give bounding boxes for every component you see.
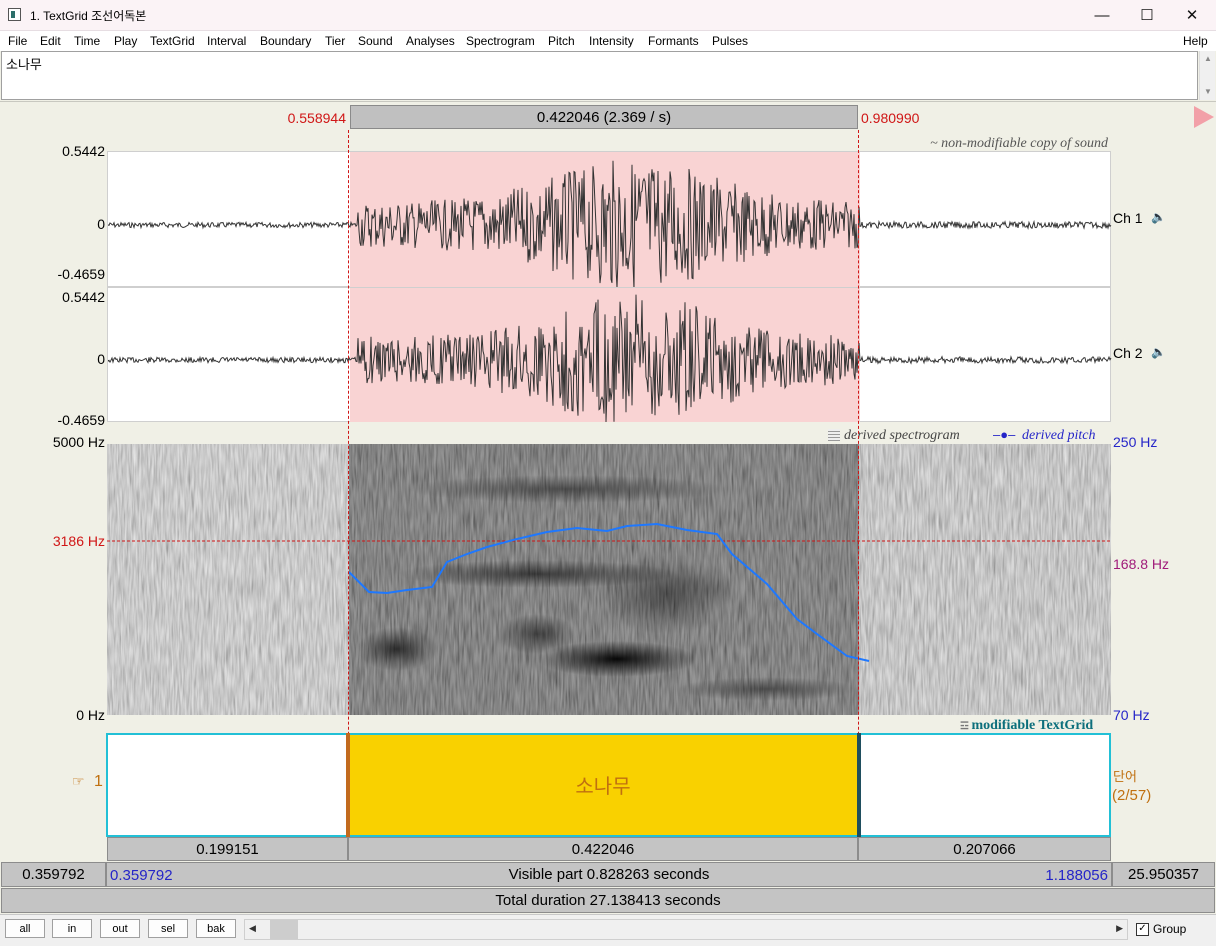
textgrid-note: modifiable TextGrid xyxy=(971,718,1094,733)
menu-help[interactable]: Help xyxy=(1183,34,1208,48)
freq-cursor: 3186 Hz xyxy=(52,533,105,549)
visible-start: 0.359792 xyxy=(110,867,173,884)
menu-boundary[interactable]: Boundary xyxy=(260,34,311,48)
scroll-left-icon[interactable]: ◀ xyxy=(249,923,256,934)
scroll-up-icon[interactable]: ▲ xyxy=(1204,54,1212,63)
menu-intensity[interactable]: Intensity xyxy=(589,34,634,48)
menu-edit[interactable]: Edit xyxy=(40,34,61,48)
menu-analyses[interactable]: Analyses xyxy=(406,34,455,48)
interval-label: 소나무 xyxy=(575,776,631,798)
left-hidden-duration[interactable]: 0.359792 xyxy=(1,862,106,887)
selection-start: 0.558944 xyxy=(287,110,346,126)
ch2-min: -0.4659 xyxy=(57,412,105,428)
freq-bottom: 0 Hz xyxy=(76,707,105,723)
zoom-in-button[interactable]: in xyxy=(52,919,92,938)
play-triangle-icon[interactable] xyxy=(1194,106,1214,128)
pitch-top: 250 Hz xyxy=(1113,434,1158,450)
tier-number[interactable]: 1 xyxy=(94,773,103,791)
duration-after[interactable]: 0.207066 xyxy=(858,837,1111,861)
interval-boundary-right[interactable] xyxy=(857,733,861,837)
waveform-ch2-plot xyxy=(108,294,1112,423)
ch1-min: -0.4659 xyxy=(57,266,105,282)
speaker-icon[interactable]: 🔈 xyxy=(1151,345,1166,359)
pitch-legend-icon: –●– xyxy=(993,427,1016,442)
zoom-back-button[interactable]: bak xyxy=(196,919,236,938)
spectrogram-legend-icon xyxy=(828,429,840,441)
ch1-label[interactable]: Ch 1 xyxy=(1113,210,1143,226)
tier-name[interactable]: 단어 xyxy=(1113,766,1137,785)
sound-note: ~ non-modifiable copy of sound xyxy=(930,136,1108,151)
visible-part-bar[interactable]: 0.359792 Visible part 0.828263 seconds 1… xyxy=(106,862,1112,887)
time-scrollbar[interactable]: ◀ ▶ xyxy=(244,919,1128,940)
text-scrollbar[interactable]: ▲ ▼ xyxy=(1199,51,1215,100)
menu-tier[interactable]: Tier xyxy=(325,34,345,48)
pitch-note: derived pitch xyxy=(1022,428,1096,443)
ch1-zero: 0 xyxy=(97,216,105,232)
selection-start-line xyxy=(348,130,349,835)
visible-part-label: Visible part 0.828263 seconds xyxy=(508,866,710,883)
pitch-cursor: 168.8 Hz xyxy=(1113,556,1170,572)
menu-pitch[interactable]: Pitch xyxy=(548,34,575,48)
total-duration-bar[interactable]: Total duration 27.138413 seconds xyxy=(1,888,1215,913)
menu-formants[interactable]: Formants xyxy=(648,34,699,48)
menu-play[interactable]: Play xyxy=(114,34,137,48)
menu-interval[interactable]: Interval xyxy=(207,34,246,48)
maximize-button[interactable]: ☐ xyxy=(1124,0,1170,30)
menu-sound[interactable]: Sound xyxy=(358,34,393,48)
waveform-ch1[interactable] xyxy=(107,151,1112,288)
speaker-icon[interactable]: 🔈 xyxy=(1151,210,1166,224)
menu-textgrid[interactable]: TextGrid xyxy=(150,34,195,48)
spectrogram[interactable] xyxy=(107,444,1111,715)
menu-pulses[interactable]: Pulses xyxy=(712,34,748,48)
menu-bar: File Edit Time Play TextGrid Interval Bo… xyxy=(0,31,1216,51)
selection-end: 0.980990 xyxy=(861,110,920,126)
app-icon xyxy=(8,8,21,21)
ch1-max: 0.5442 xyxy=(62,143,105,159)
title-bar: 1. TextGrid 조선어독본 — ☐ ✕ xyxy=(0,0,1216,31)
pitch-bottom: 70 Hz xyxy=(1113,707,1150,723)
menu-time[interactable]: Time xyxy=(74,34,100,48)
zoom-out-button[interactable]: out xyxy=(100,919,140,938)
tier-count: (2/57) xyxy=(1112,787,1152,804)
textgrid-note-row: ☲ modifiable TextGrid xyxy=(960,718,1093,734)
selection-end-line xyxy=(858,130,859,835)
ch2-zero: 0 xyxy=(97,351,105,367)
menu-spectrogram[interactable]: Spectrogram xyxy=(466,34,535,48)
duration-selected[interactable]: 0.422046 xyxy=(348,837,858,861)
window-title: 1. TextGrid 조선어독본 xyxy=(30,9,147,23)
textgrid-legend-icon: ☲ xyxy=(960,721,972,732)
pointing-hand-icon: ☞ xyxy=(72,773,85,789)
minimize-button[interactable]: — xyxy=(1079,0,1125,30)
close-button[interactable]: ✕ xyxy=(1169,0,1215,30)
zoom-all-button[interactable]: all xyxy=(5,919,45,938)
waveform-ch1-plot xyxy=(108,160,1112,288)
group-label: Group xyxy=(1153,922,1187,936)
ch2-label[interactable]: Ch 2 xyxy=(1113,345,1143,361)
spectrogram-plot xyxy=(107,444,1111,715)
scroll-down-icon[interactable]: ▼ xyxy=(1204,87,1212,96)
selection-duration-bar[interactable]: 0.422046 (2.369 / s) xyxy=(350,105,858,129)
interval-text-value: 소나무 xyxy=(6,57,42,72)
right-hidden-duration[interactable]: 25.950357 xyxy=(1112,862,1215,887)
ch2-max: 0.5442 xyxy=(62,289,105,305)
group-checkbox[interactable]: ✓ xyxy=(1136,923,1149,936)
menu-file[interactable]: File xyxy=(8,34,27,48)
scrollbar-thumb[interactable] xyxy=(270,920,298,939)
waveform-ch2[interactable] xyxy=(107,287,1112,423)
visible-end: 1.188056 xyxy=(1045,867,1108,884)
zoom-sel-button[interactable]: sel xyxy=(148,919,188,938)
scroll-right-icon[interactable]: ▶ xyxy=(1116,923,1123,934)
spectrogram-note: derived spectrogram xyxy=(844,428,960,443)
interval-text-input[interactable]: 소나무 xyxy=(1,51,1198,100)
freq-top: 5000 Hz xyxy=(52,434,105,450)
interval-boundary-left[interactable] xyxy=(346,733,350,837)
duration-before[interactable]: 0.199151 xyxy=(107,837,348,861)
